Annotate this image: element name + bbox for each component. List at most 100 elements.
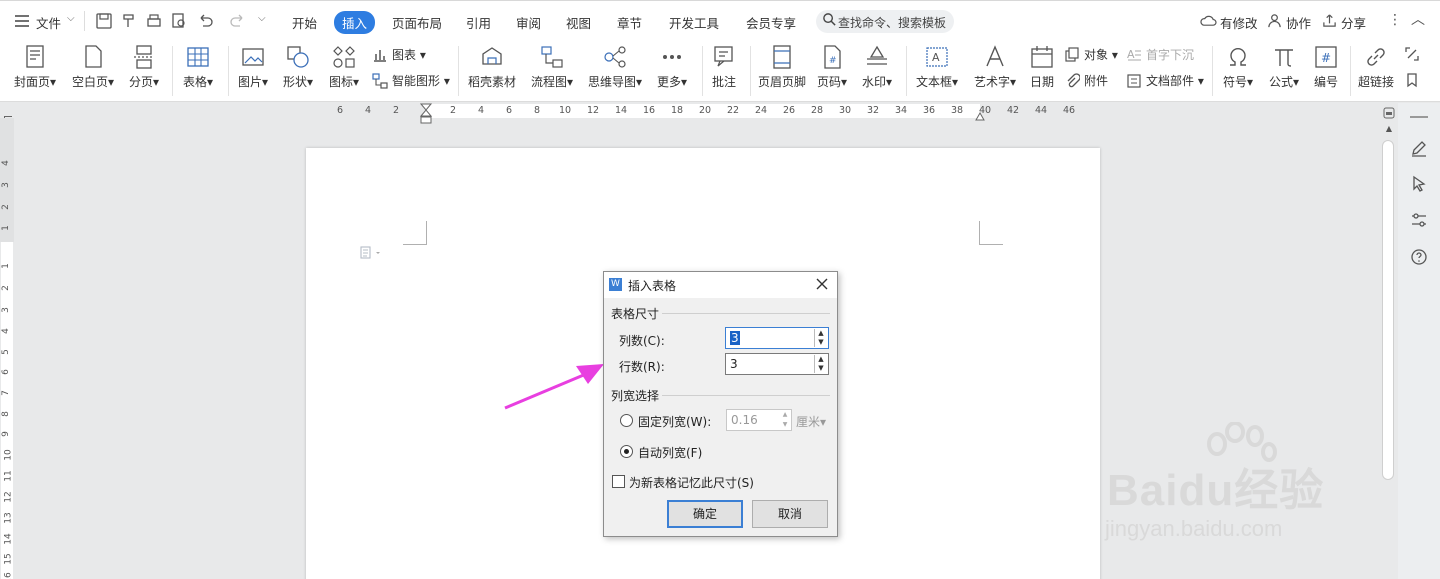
blank-page-button[interactable]: 空白页▾ xyxy=(66,40,120,102)
dialog-titlebar[interactable]: W 插入表格 xyxy=(604,272,837,298)
hamburger-icon[interactable] xyxy=(14,14,30,28)
comment-icon xyxy=(711,44,737,70)
ruler-tick-label: 13 xyxy=(3,512,14,524)
table-button[interactable]: 表格▾ xyxy=(178,40,218,102)
watermark-button[interactable]: 水印▾ xyxy=(856,40,898,102)
picture-button[interactable]: 图片▾ xyxy=(234,40,272,102)
symbol-button[interactable]: 符号▾ xyxy=(1218,40,1258,102)
rows-label: 行数(R): xyxy=(619,360,665,374)
cancel-button[interactable]: 取消 xyxy=(752,500,828,528)
columns-stepper[interactable]: 3 ▲ ▼ xyxy=(725,327,829,349)
rows-value[interactable]: 3 xyxy=(730,357,738,371)
columns-spin-buttons[interactable]: ▲ ▼ xyxy=(814,329,827,347)
shape-button[interactable]: 形状▾ xyxy=(278,40,318,102)
print-icon[interactable] xyxy=(145,12,163,30)
cover-page-button[interactable]: 封面页▾ xyxy=(8,40,62,102)
changes-status[interactable]: 有修改 xyxy=(1220,13,1258,32)
fixed-width-radio[interactable] xyxy=(620,414,633,427)
attachment-button[interactable]: 附件 xyxy=(1064,72,1108,90)
dropcap-icon: A xyxy=(1127,48,1141,61)
auto-width-radio[interactable] xyxy=(620,445,633,458)
spin-down-icon[interactable]: ▼ xyxy=(815,338,827,347)
remember-size-checkbox[interactable] xyxy=(612,475,625,488)
date-button[interactable]: 日期 xyxy=(1024,40,1060,102)
close-icon[interactable] xyxy=(813,275,831,293)
collapse-ribbon-icon[interactable]: ︿ xyxy=(1411,9,1425,29)
tab-home[interactable]: 开始 xyxy=(292,13,317,32)
textbox-button[interactable]: A 文本框▾ xyxy=(912,40,962,102)
formula-button[interactable]: 公式▾ xyxy=(1264,40,1304,102)
comment-button[interactable]: 批注 xyxy=(706,40,742,102)
crossref-icon[interactable] xyxy=(1404,46,1420,62)
wordart-button[interactable]: 艺术字▾ xyxy=(970,40,1020,102)
quick-access-dropdown-icon[interactable]: ⌵ xyxy=(258,13,266,24)
tab-developer[interactable]: 开发工具 xyxy=(669,13,719,32)
tab-insert[interactable]: 插入 xyxy=(334,11,376,34)
chart-button[interactable]: 图表 ▾ xyxy=(372,46,426,64)
spin-down-icon[interactable]: ▼ xyxy=(815,364,827,373)
mindmap-button[interactable]: 思维导图▾ xyxy=(584,40,646,102)
spin-up-icon[interactable]: ▲ xyxy=(815,355,827,364)
columns-value[interactable]: 3 xyxy=(730,331,740,345)
material-button[interactable]: 稻壳素材 xyxy=(464,40,520,102)
paragraph-options-icon[interactable] xyxy=(360,246,384,260)
file-menu[interactable]: 文件 xyxy=(36,13,61,32)
numbering-button[interactable]: # 编号 xyxy=(1308,40,1344,102)
edit-pen-icon[interactable] xyxy=(1410,139,1428,157)
page-number-button[interactable]: # 页码▾ xyxy=(812,40,852,102)
tab-member[interactable]: 会员专享 xyxy=(746,13,796,32)
more-menu-icon[interactable]: ⋮ xyxy=(1388,12,1402,28)
ruler-tick-label: 46 xyxy=(1062,105,1076,116)
redo-icon[interactable] xyxy=(229,12,247,30)
spin-up-icon[interactable]: ▲ xyxy=(815,329,827,338)
rows-spin-buttons[interactable]: ▲ ▼ xyxy=(814,355,827,373)
icon-library-button[interactable]: 图标▾ xyxy=(324,40,364,102)
tab-references[interactable]: 引用 xyxy=(466,13,491,32)
fixed-width-label[interactable]: 固定列宽(W): xyxy=(638,413,711,430)
page-break-button[interactable]: 分页▾ xyxy=(122,40,166,102)
settings-sliders-icon[interactable] xyxy=(1410,211,1428,229)
tab-review[interactable]: 审阅 xyxy=(516,13,541,32)
ruler-tick-label: 6 xyxy=(336,105,344,116)
scroll-top-button[interactable] xyxy=(1383,107,1395,119)
hyperlink-button[interactable]: 超链接 xyxy=(1354,40,1398,102)
document-part-button[interactable]: 文档部件 ▾ xyxy=(1126,72,1204,90)
svg-text:#: # xyxy=(829,56,837,66)
search-box[interactable]: 查找命令、搜索模板 xyxy=(816,10,954,33)
omega-icon xyxy=(1225,44,1251,70)
auto-width-label[interactable]: 自动列宽(F) xyxy=(638,444,702,461)
ruler-tick-label: 2 xyxy=(449,105,457,116)
select-cursor-icon[interactable] xyxy=(1410,175,1428,193)
format-painter-icon[interactable] xyxy=(120,12,138,30)
rows-stepper[interactable]: 3 ▲ ▼ xyxy=(725,353,829,375)
collab-button[interactable]: 协作 xyxy=(1286,13,1311,32)
sidebar-handle[interactable] xyxy=(1410,116,1428,118)
ok-button[interactable]: 确定 xyxy=(667,500,743,528)
share-button[interactable]: 分享 xyxy=(1341,13,1366,32)
bookmark-icon[interactable] xyxy=(1404,72,1420,88)
unit-select: 厘米▾ xyxy=(796,415,827,429)
dropcap-button: A 首字下沉 xyxy=(1127,48,1195,62)
remember-size-label[interactable]: 为新表格记忆此尺寸(S) xyxy=(629,474,754,491)
undo-icon[interactable] xyxy=(196,12,214,30)
object-button[interactable]: 对象 ▾ xyxy=(1064,46,1118,64)
help-icon[interactable] xyxy=(1410,248,1428,266)
tab-view[interactable]: 视图 xyxy=(566,13,591,32)
save-icon[interactable] xyxy=(95,12,113,30)
chart-icon xyxy=(374,50,386,62)
scroll-up-arrow[interactable]: ▲ xyxy=(1384,124,1394,134)
vertical-scrollbar-thumb[interactable] xyxy=(1382,140,1394,480)
vertical-ruler[interactable]: 4 3 2 1 1 2 3 4 5 6 7 8 9 10 11 12 13 14 15 16 xyxy=(0,118,14,579)
ruler-tick-label: 3 xyxy=(0,307,11,313)
tab-chapter[interactable]: 章节 xyxy=(617,13,642,32)
smartart-button[interactable]: 智能图形 ▾ xyxy=(372,72,450,90)
more-button[interactable]: 更多▾ xyxy=(652,40,692,102)
left-indent-marker[interactable] xyxy=(419,103,433,125)
tab-page-layout[interactable]: 页面布局 xyxy=(392,13,442,32)
right-indent-marker[interactable] xyxy=(975,110,985,121)
ruler-tick-label: 32 xyxy=(866,105,880,116)
header-footer-button[interactable]: 页眉页脚 xyxy=(754,40,810,102)
ruler-tick-label: 1 xyxy=(0,225,11,231)
flowchart-button[interactable]: 流程图▾ xyxy=(526,40,578,102)
print-preview-icon[interactable] xyxy=(170,12,188,30)
